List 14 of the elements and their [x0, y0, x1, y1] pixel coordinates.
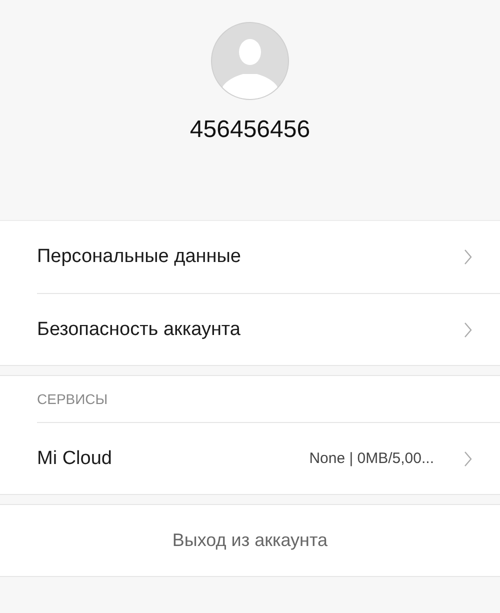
chevron-icon	[464, 249, 472, 265]
logout-button[interactable]: Выход из аккаунта	[0, 504, 500, 577]
chevron-icon	[464, 450, 472, 466]
chevron-icon	[464, 322, 472, 338]
menu-item-label: Mi Cloud	[37, 448, 113, 470]
menu-item[interactable]: Безопасность аккаунта	[37, 293, 500, 365]
section-heading: СЕРВИСЫ	[37, 390, 109, 409]
menu-item-label: Безопасность аккаунта	[37, 318, 242, 340]
avatar-icon	[211, 22, 289, 100]
menu-item-label: Персональные данные	[37, 246, 242, 268]
menu-item[interactable]: Персональные данные	[37, 221, 500, 293]
menu-item[interactable]: Mi Cloud None | 0MB/5,00...	[37, 422, 500, 494]
username: 456456456	[190, 116, 310, 144]
storage-value: None | 0MB/5,00...	[309, 450, 434, 467]
